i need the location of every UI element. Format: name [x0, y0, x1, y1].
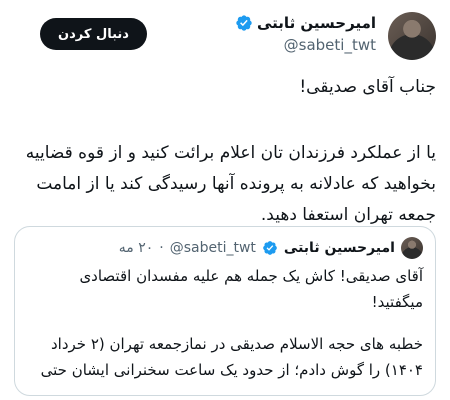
quoted-timestamp[interactable]: ۲۰ مه — [119, 240, 154, 256]
follow-button[interactable]: دنبال کردن — [40, 18, 147, 50]
verified-badge-icon — [263, 241, 277, 255]
quoted-author-handle: @sabeti_twt — [169, 240, 256, 256]
avatar[interactable] — [388, 12, 436, 60]
author-name[interactable]: امیرحسین ثابتی — [257, 14, 376, 32]
quoted-text-line1: آقای صدیقی! کاش یک جمله هم علیه مفسدان ا… — [79, 267, 423, 311]
quoted-avatar — [401, 237, 423, 259]
tweet-text-line1: جناب آقای صدیقی! — [299, 77, 436, 97]
author-block: امیرحسین ثابتی @sabeti_twt — [235, 14, 376, 54]
separator-dot: · — [159, 240, 164, 256]
quoted-tweet[interactable]: امیرحسین ثابتی @sabeti_twt · ۲۰ مه آقای … — [14, 226, 436, 396]
author-handle[interactable]: @sabeti_twt — [235, 36, 376, 54]
verified-badge-icon — [236, 15, 252, 31]
quoted-author-name: امیرحسین ثابتی — [283, 240, 395, 256]
quoted-text-paragraph: خطبه های حجه الاسلام صدیقی در نمازجمعه ت… — [40, 335, 423, 396]
tweet-header: امیرحسین ثابتی @sabeti_twt دنبال کردن — [14, 12, 436, 64]
author-name-row: امیرحسین ثابتی — [235, 14, 376, 32]
quoted-tweet-header: امیرحسین ثابتی @sabeti_twt · ۲۰ مه — [119, 237, 423, 259]
tweet-text-paragraph: یا از عملکرد فرزندان تان اعلام برائت کنی… — [25, 143, 436, 225]
